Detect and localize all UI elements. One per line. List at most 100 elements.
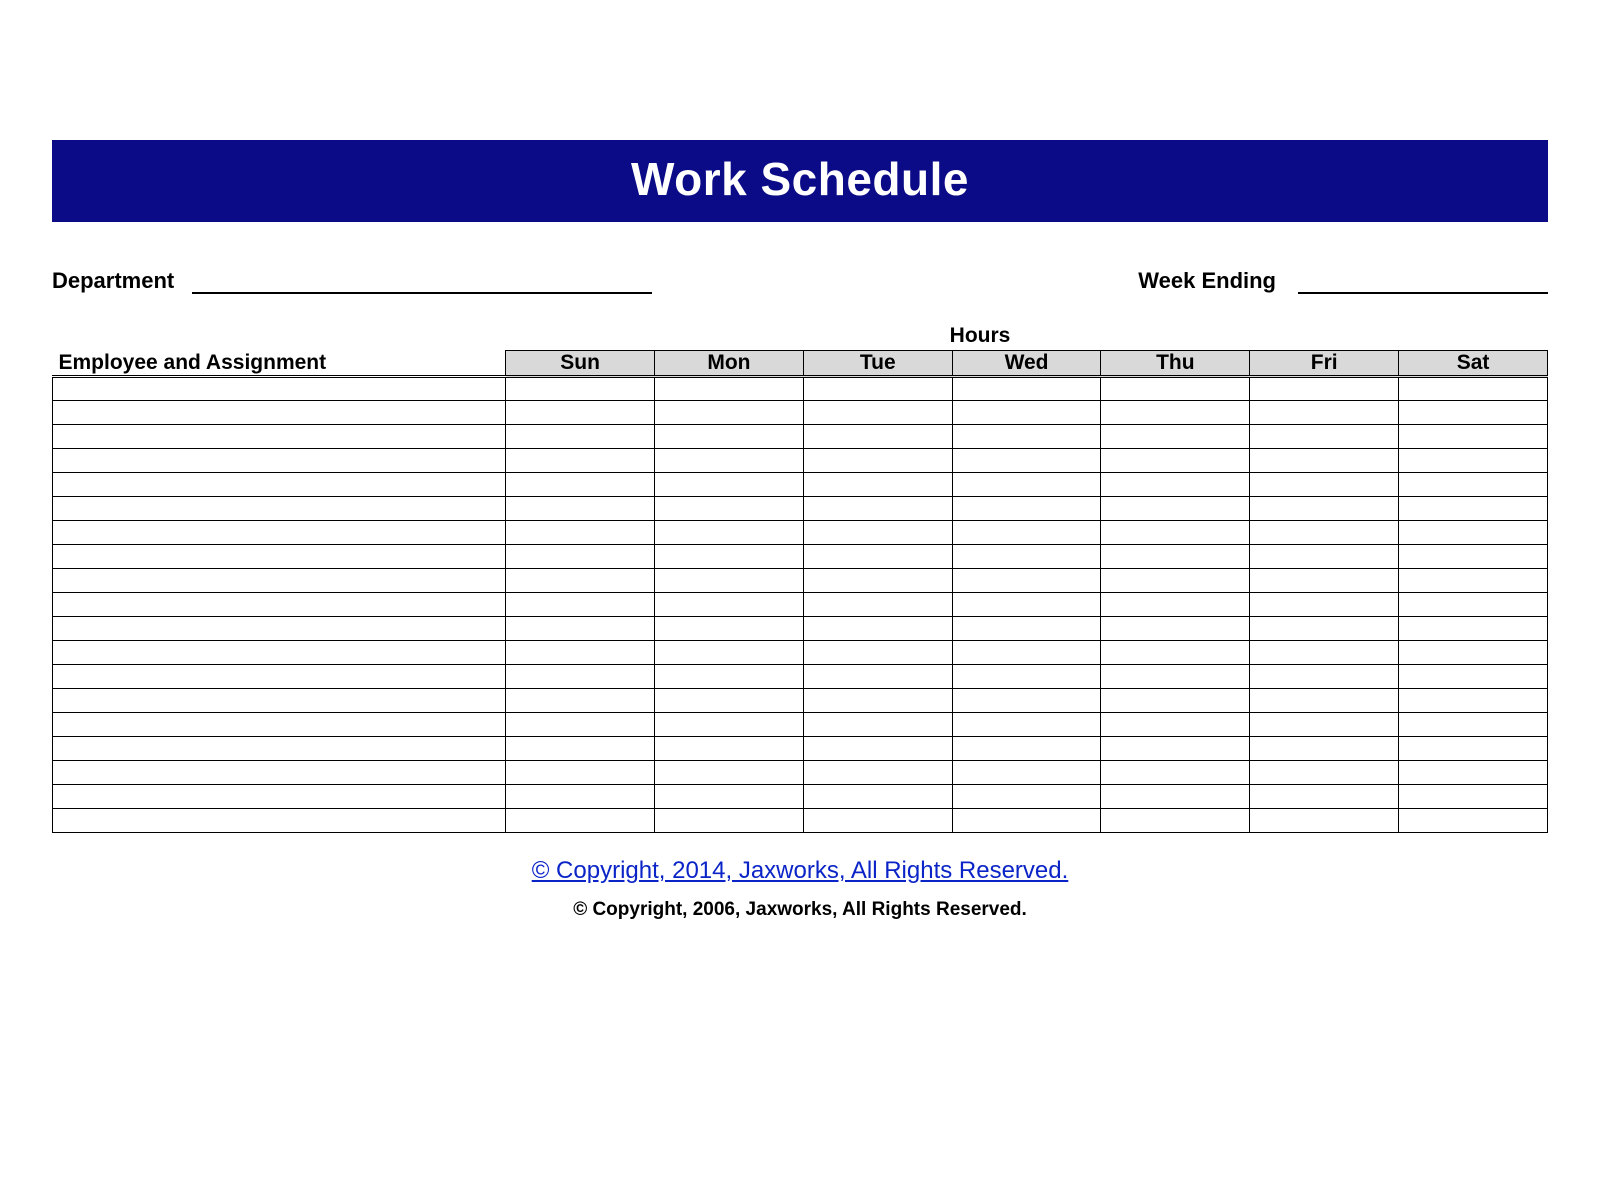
hours-cell[interactable] (952, 473, 1101, 497)
department-input[interactable] (192, 268, 652, 294)
employee-cell[interactable] (53, 401, 506, 425)
hours-cell[interactable] (1101, 617, 1250, 641)
hours-cell[interactable] (655, 449, 804, 473)
hours-cell[interactable] (655, 761, 804, 785)
hours-cell[interactable] (803, 617, 952, 641)
hours-cell[interactable] (1101, 497, 1250, 521)
hours-cell[interactable] (952, 761, 1101, 785)
employee-cell[interactable] (53, 617, 506, 641)
hours-cell[interactable] (506, 809, 655, 833)
hours-cell[interactable] (1101, 689, 1250, 713)
hours-cell[interactable] (952, 809, 1101, 833)
hours-cell[interactable] (1399, 809, 1548, 833)
employee-cell[interactable] (53, 569, 506, 593)
hours-cell[interactable] (1101, 425, 1250, 449)
hours-cell[interactable] (1250, 665, 1399, 689)
hours-cell[interactable] (1399, 521, 1548, 545)
hours-cell[interactable] (1399, 761, 1548, 785)
hours-cell[interactable] (803, 473, 952, 497)
hours-cell[interactable] (1250, 425, 1399, 449)
hours-cell[interactable] (952, 377, 1101, 401)
hours-cell[interactable] (655, 641, 804, 665)
employee-cell[interactable] (53, 641, 506, 665)
hours-cell[interactable] (952, 521, 1101, 545)
hours-cell[interactable] (1101, 401, 1250, 425)
hours-cell[interactable] (1399, 665, 1548, 689)
hours-cell[interactable] (952, 449, 1101, 473)
employee-cell[interactable] (53, 713, 506, 737)
hours-cell[interactable] (952, 497, 1101, 521)
hours-cell[interactable] (803, 713, 952, 737)
employee-cell[interactable] (53, 545, 506, 569)
hours-cell[interactable] (506, 449, 655, 473)
hours-cell[interactable] (803, 497, 952, 521)
hours-cell[interactable] (1101, 377, 1250, 401)
hours-cell[interactable] (952, 689, 1101, 713)
hours-cell[interactable] (506, 713, 655, 737)
employee-cell[interactable] (53, 737, 506, 761)
hours-cell[interactable] (1250, 737, 1399, 761)
hours-cell[interactable] (1399, 401, 1548, 425)
hours-cell[interactable] (655, 689, 804, 713)
hours-cell[interactable] (803, 761, 952, 785)
hours-cell[interactable] (952, 713, 1101, 737)
employee-cell[interactable] (53, 497, 506, 521)
employee-cell[interactable] (53, 593, 506, 617)
hours-cell[interactable] (1250, 521, 1399, 545)
hours-cell[interactable] (1101, 473, 1250, 497)
hours-cell[interactable] (1101, 713, 1250, 737)
hours-cell[interactable] (803, 689, 952, 713)
hours-cell[interactable] (506, 569, 655, 593)
hours-cell[interactable] (1399, 689, 1548, 713)
hours-cell[interactable] (655, 809, 804, 833)
hours-cell[interactable] (1250, 593, 1399, 617)
hours-cell[interactable] (803, 809, 952, 833)
hours-cell[interactable] (803, 449, 952, 473)
hours-cell[interactable] (1101, 761, 1250, 785)
hours-cell[interactable] (803, 545, 952, 569)
hours-cell[interactable] (1399, 449, 1548, 473)
hours-cell[interactable] (1399, 713, 1548, 737)
hours-cell[interactable] (803, 377, 952, 401)
hours-cell[interactable] (1250, 641, 1399, 665)
hours-cell[interactable] (1250, 713, 1399, 737)
hours-cell[interactable] (1399, 497, 1548, 521)
employee-cell[interactable] (53, 377, 506, 401)
hours-cell[interactable] (655, 713, 804, 737)
hours-cell[interactable] (506, 665, 655, 689)
hours-cell[interactable] (952, 737, 1101, 761)
hours-cell[interactable] (506, 761, 655, 785)
hours-cell[interactable] (952, 665, 1101, 689)
hours-cell[interactable] (1101, 809, 1250, 833)
hours-cell[interactable] (1399, 641, 1548, 665)
hours-cell[interactable] (1250, 617, 1399, 641)
hours-cell[interactable] (1399, 545, 1548, 569)
hours-cell[interactable] (803, 665, 952, 689)
hours-cell[interactable] (1250, 401, 1399, 425)
hours-cell[interactable] (506, 593, 655, 617)
hours-cell[interactable] (1101, 785, 1250, 809)
hours-cell[interactable] (1250, 689, 1399, 713)
hours-cell[interactable] (1250, 545, 1399, 569)
hours-cell[interactable] (1399, 785, 1548, 809)
hours-cell[interactable] (1101, 665, 1250, 689)
hours-cell[interactable] (952, 425, 1101, 449)
employee-cell[interactable] (53, 449, 506, 473)
hours-cell[interactable] (655, 473, 804, 497)
hours-cell[interactable] (1399, 569, 1548, 593)
hours-cell[interactable] (655, 617, 804, 641)
hours-cell[interactable] (1250, 761, 1399, 785)
hours-cell[interactable] (1399, 425, 1548, 449)
hours-cell[interactable] (655, 377, 804, 401)
hours-cell[interactable] (1101, 737, 1250, 761)
hours-cell[interactable] (506, 617, 655, 641)
hours-cell[interactable] (506, 545, 655, 569)
employee-cell[interactable] (53, 665, 506, 689)
hours-cell[interactable] (506, 425, 655, 449)
hours-cell[interactable] (803, 785, 952, 809)
hours-cell[interactable] (803, 401, 952, 425)
hours-cell[interactable] (655, 401, 804, 425)
hours-cell[interactable] (655, 785, 804, 809)
copyright-link[interactable]: © Copyright, 2014, Jaxworks, All Rights … (532, 857, 1069, 884)
hours-cell[interactable] (506, 521, 655, 545)
